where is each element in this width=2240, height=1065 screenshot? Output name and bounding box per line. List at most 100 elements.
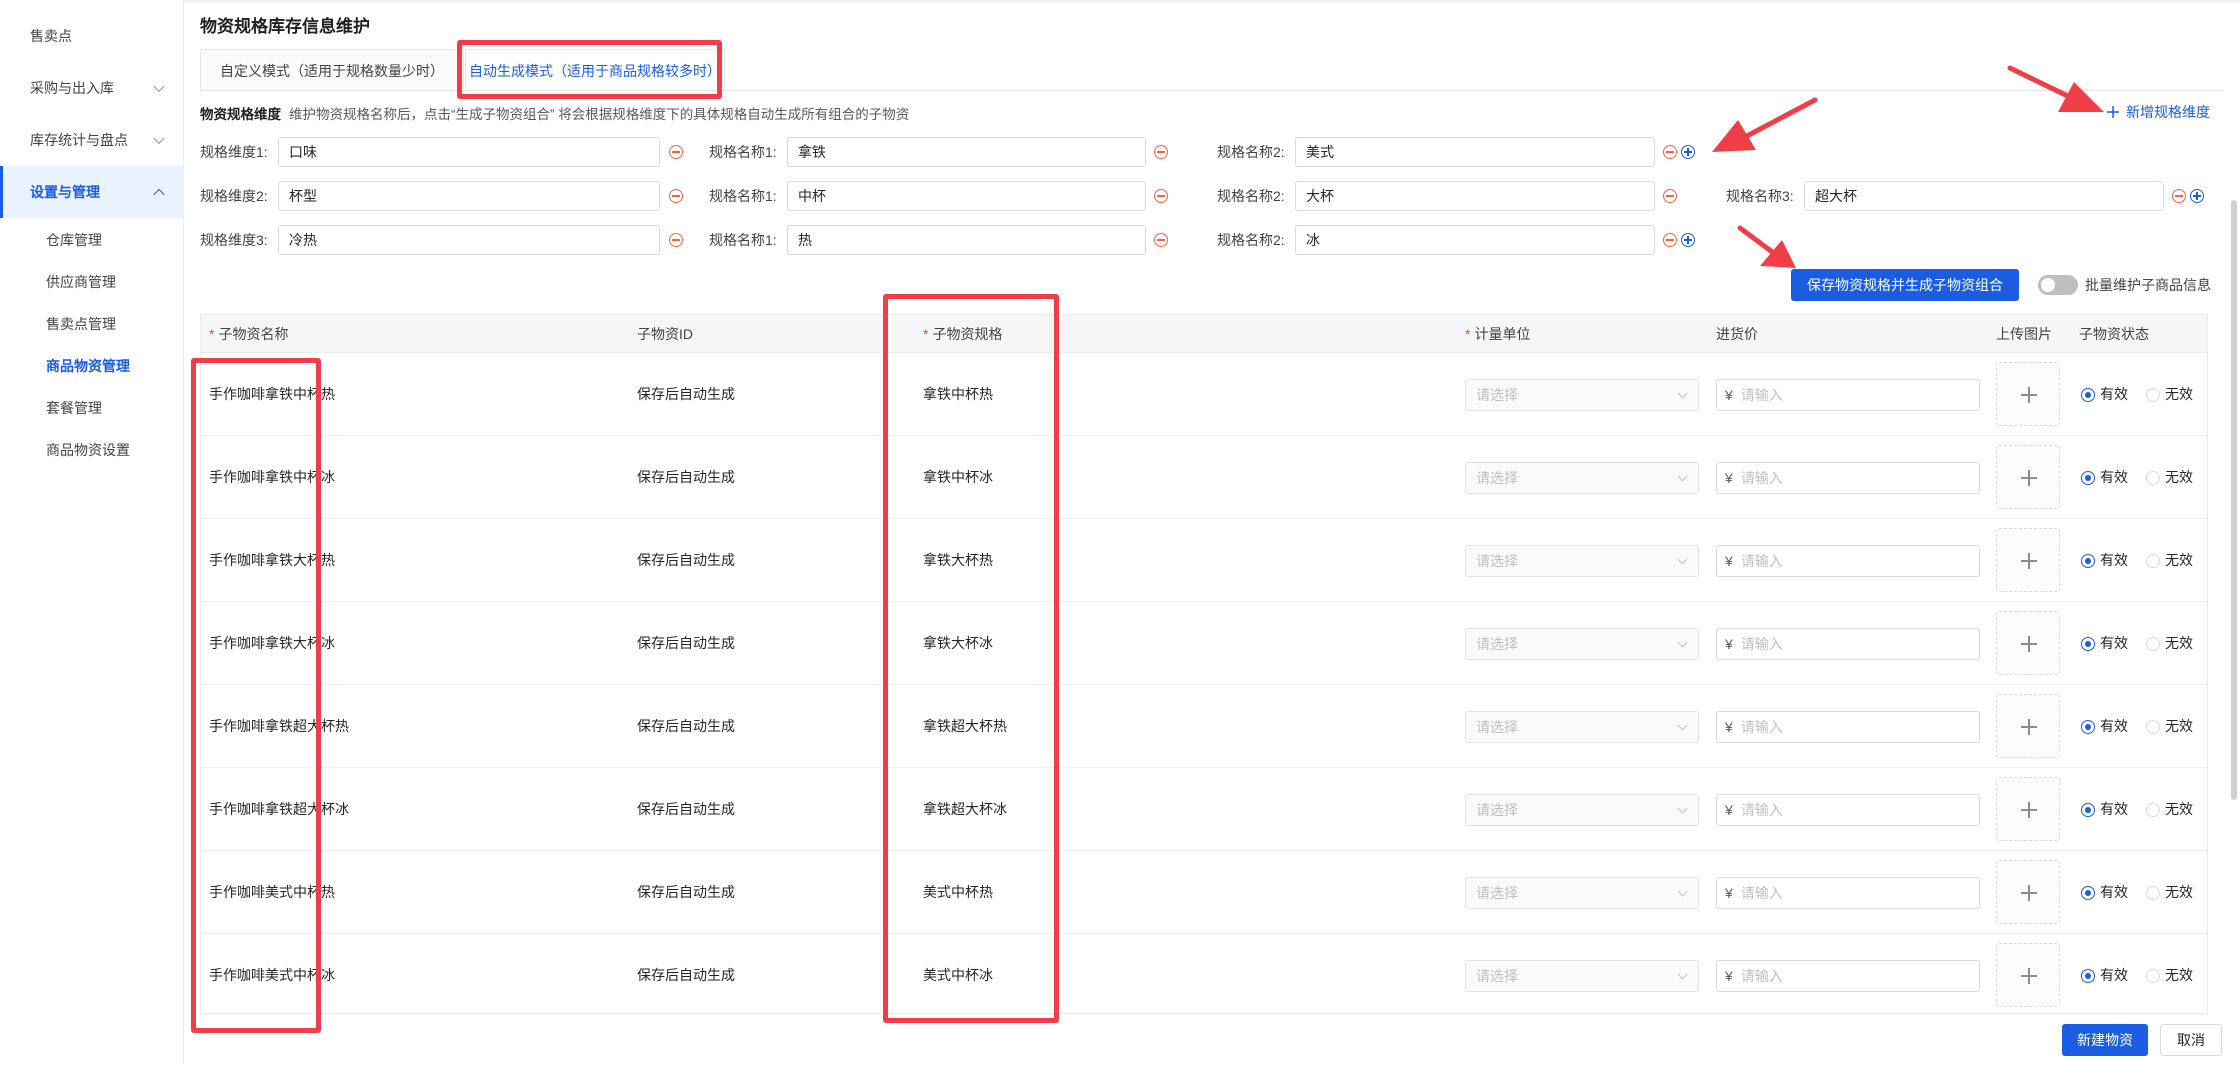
currency-symbol: ¥ — [1725, 968, 1733, 984]
status-valid-radio[interactable] — [2081, 720, 2095, 734]
required-mark: * — [1465, 326, 1471, 342]
required-mark: * — [209, 326, 215, 342]
cell-material-spec: 拿铁中杯热 — [923, 386, 993, 402]
status-valid-radio[interactable] — [2081, 471, 2095, 485]
remove-spec-icon[interactable] — [1154, 189, 1168, 203]
price-input[interactable]: ¥ 请输入 — [1716, 877, 1980, 909]
cell-material-id: 保存后自动生成 — [637, 386, 735, 402]
status-invalid-radio[interactable] — [2146, 886, 2160, 900]
unit-select[interactable]: 请选择 — [1465, 794, 1699, 826]
remove-spec-icon[interactable] — [1663, 233, 1677, 247]
currency-symbol: ¥ — [1725, 470, 1733, 486]
remove-spec-icon[interactable] — [1663, 145, 1677, 159]
upload-image-button[interactable] — [1996, 860, 2060, 924]
sidebar-subitem-warehouse[interactable]: 仓库管理 — [0, 220, 183, 260]
status-invalid-radio[interactable] — [2146, 637, 2160, 651]
spec-dim-input[interactable]: 杯型 — [278, 181, 660, 211]
price-input[interactable]: ¥ 请输入 — [1716, 711, 1980, 743]
unit-select[interactable]: 请选择 — [1465, 545, 1699, 577]
remove-spec-icon[interactable] — [1663, 189, 1677, 203]
sidebar-item-purchase[interactable]: 采购与出入库 — [0, 62, 183, 114]
remove-spec-icon[interactable] — [2172, 189, 2186, 203]
price-placeholder: 请输入 — [1740, 636, 1783, 652]
status-valid-radio[interactable] — [2081, 803, 2095, 817]
remove-spec-icon[interactable] — [1154, 233, 1168, 247]
status-valid-radio[interactable] — [2081, 388, 2095, 402]
add-dimension-button[interactable]: 新增规格维度 — [2106, 102, 2210, 122]
upload-image-button[interactable] — [1996, 777, 2060, 841]
add-spec-icon[interactable] — [1681, 233, 1695, 247]
spec-name-input[interactable]: 拿铁 — [787, 137, 1146, 167]
sidebar-subitem-sales-point[interactable]: 售卖点管理 — [0, 304, 183, 344]
status-valid-radio[interactable] — [2081, 969, 2095, 983]
save-generate-button[interactable]: 保存物资规格并生成子物资组合 — [1791, 269, 2019, 301]
spec-name-input[interactable]: 中杯 — [787, 181, 1146, 211]
upload-image-button[interactable] — [1996, 694, 2060, 758]
remove-dimension-icon[interactable] — [669, 145, 683, 159]
status-invalid-radio[interactable] — [2146, 969, 2160, 983]
spec-dim-input[interactable]: 口味 — [278, 137, 660, 167]
price-input[interactable]: ¥ 请输入 — [1716, 379, 1980, 411]
status-invalid-radio[interactable] — [2146, 554, 2160, 568]
sidebar-item-sales-point[interactable]: 售卖点 — [0, 10, 183, 62]
chevron-down-icon — [1677, 554, 1688, 565]
sidebar-subitem-package[interactable]: 套餐管理 — [0, 388, 183, 428]
upload-image-button[interactable] — [1996, 528, 2060, 592]
chevron-down-icon — [153, 132, 165, 145]
spec-dim-input[interactable]: 冷热 — [278, 225, 660, 255]
sidebar-item-label: 库存统计与盘点 — [30, 132, 128, 148]
unit-select[interactable]: 请选择 — [1465, 877, 1699, 909]
spec-name-input[interactable]: 大杯 — [1295, 181, 1655, 211]
sidebar-item-inventory[interactable]: 库存统计与盘点 — [0, 114, 183, 166]
currency-symbol: ¥ — [1725, 387, 1733, 403]
price-input[interactable]: ¥ 请输入 — [1716, 794, 1980, 826]
price-placeholder: 请输入 — [1740, 387, 1783, 403]
cell-material-id: 保存后自动生成 — [637, 635, 735, 651]
price-input[interactable]: ¥ 请输入 — [1716, 545, 1980, 577]
upload-image-button[interactable] — [1996, 362, 2060, 426]
spec-name-input[interactable]: 超大杯 — [1804, 181, 2164, 211]
unit-select[interactable]: 请选择 — [1465, 628, 1699, 660]
unit-select[interactable]: 请选择 — [1465, 960, 1699, 992]
status-invalid-radio[interactable] — [2146, 720, 2160, 734]
column-header-label: 进货价 — [1716, 326, 1758, 342]
status-invalid-radio[interactable] — [2146, 803, 2160, 817]
tab-custom-mode[interactable]: 自定义模式（适用于规格数量少时） — [200, 49, 464, 91]
unit-select[interactable]: 请选择 — [1465, 462, 1699, 494]
add-spec-icon[interactable] — [2190, 189, 2204, 203]
status-valid-radio[interactable] — [2081, 886, 2095, 900]
upload-image-button[interactable] — [1996, 611, 2060, 675]
spec-dim-label: 规格维度2: — [200, 188, 268, 204]
upload-image-button[interactable] — [1996, 445, 2060, 509]
spec-name-input[interactable]: 热 — [787, 225, 1146, 255]
column-header-price: 进货价 — [1716, 315, 1758, 353]
spec-name-input[interactable]: 冰 — [1295, 225, 1655, 255]
tab-auto-mode[interactable]: 自动生成模式（适用于商品规格较多时） — [465, 49, 725, 91]
sidebar-subitem-supplier[interactable]: 供应商管理 — [0, 262, 183, 302]
sidebar-subitem-goods[interactable]: 商品物资管理 — [0, 346, 183, 386]
spec-name-input[interactable]: 美式 — [1295, 137, 1655, 167]
price-input[interactable]: ¥ 请输入 — [1716, 462, 1980, 494]
unit-select[interactable]: 请选择 — [1465, 379, 1699, 411]
column-header-status: 子物资状态 — [2079, 315, 2149, 353]
remove-dimension-icon[interactable] — [669, 233, 683, 247]
status-invalid-radio[interactable] — [2146, 388, 2160, 402]
upload-image-button[interactable] — [1996, 943, 2060, 1007]
status-valid-radio[interactable] — [2081, 637, 2095, 651]
sidebar-item-settings[interactable]: 设置与管理 — [0, 166, 183, 218]
unit-select-placeholder: 请选择 — [1476, 636, 1518, 652]
status-invalid-radio[interactable] — [2146, 471, 2160, 485]
price-input[interactable]: ¥ 请输入 — [1716, 628, 1980, 660]
cell-material-id: 保存后自动生成 — [637, 469, 735, 485]
cancel-button[interactable]: 取消 — [2160, 1024, 2222, 1056]
remove-dimension-icon[interactable] — [669, 189, 683, 203]
price-input[interactable]: ¥ 请输入 — [1716, 960, 1980, 992]
batch-maintain-toggle[interactable] — [2038, 275, 2078, 295]
page-scrollbar[interactable] — [2231, 200, 2237, 800]
status-valid-radio[interactable] — [2081, 554, 2095, 568]
create-material-button[interactable]: 新建物资 — [2062, 1024, 2148, 1056]
add-spec-icon[interactable] — [1681, 145, 1695, 159]
remove-spec-icon[interactable] — [1154, 145, 1168, 159]
unit-select[interactable]: 请选择 — [1465, 711, 1699, 743]
sidebar-subitem-goods-settings[interactable]: 商品物资设置 — [0, 430, 183, 470]
